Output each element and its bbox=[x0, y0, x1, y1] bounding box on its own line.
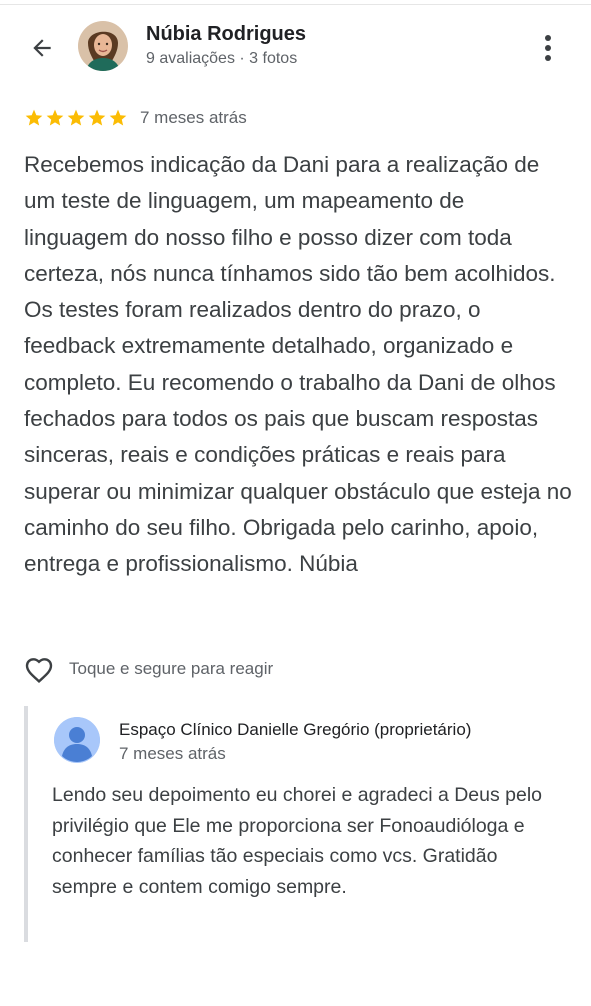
rating-row: 7 meses atrás bbox=[24, 106, 247, 130]
default-profile-icon bbox=[54, 717, 100, 763]
reviewer-meta: 9 avaliações · 3 fotos bbox=[146, 50, 298, 67]
react-hint-label: Toque e segure para reagir bbox=[69, 659, 274, 678]
star-icon bbox=[25, 109, 43, 126]
star-icon bbox=[109, 109, 127, 126]
owner-name: Espaço Clínico Danielle Gregório (propri… bbox=[119, 720, 472, 739]
owner-reply-time: 7 meses atrás bbox=[119, 744, 226, 763]
review-text: Recebemos indicação da Dani para a reali… bbox=[24, 152, 572, 577]
reviewer-name[interactable]: Núbia Rodrigues bbox=[146, 23, 306, 46]
owner-reply-text: Lendo seu depoimento eu chorei e agradec… bbox=[52, 784, 543, 898]
more-vert-icon bbox=[545, 35, 551, 61]
review-time: 7 meses atrás bbox=[140, 108, 247, 127]
arrow-left-icon bbox=[33, 39, 51, 57]
star-rating bbox=[24, 108, 128, 128]
back-button[interactable] bbox=[22, 28, 62, 68]
owner-avatar[interactable] bbox=[54, 717, 100, 763]
react-button[interactable] bbox=[22, 653, 56, 685]
star-icon bbox=[46, 109, 64, 126]
owner-reply: Espaço Clínico Danielle Gregório (propri… bbox=[24, 706, 573, 942]
reviewer-avatar[interactable] bbox=[78, 21, 128, 71]
star-icon bbox=[67, 109, 85, 126]
more-options-button[interactable] bbox=[530, 28, 566, 68]
top-divider bbox=[0, 4, 591, 5]
star-icon bbox=[88, 109, 106, 126]
review-header: Núbia Rodrigues 9 avaliações · 3 fotos bbox=[0, 16, 591, 80]
profile-photo-icon bbox=[78, 21, 128, 71]
reaction-row: Toque e segure para reagir bbox=[22, 652, 273, 686]
heart-outline-icon bbox=[25, 658, 53, 684]
